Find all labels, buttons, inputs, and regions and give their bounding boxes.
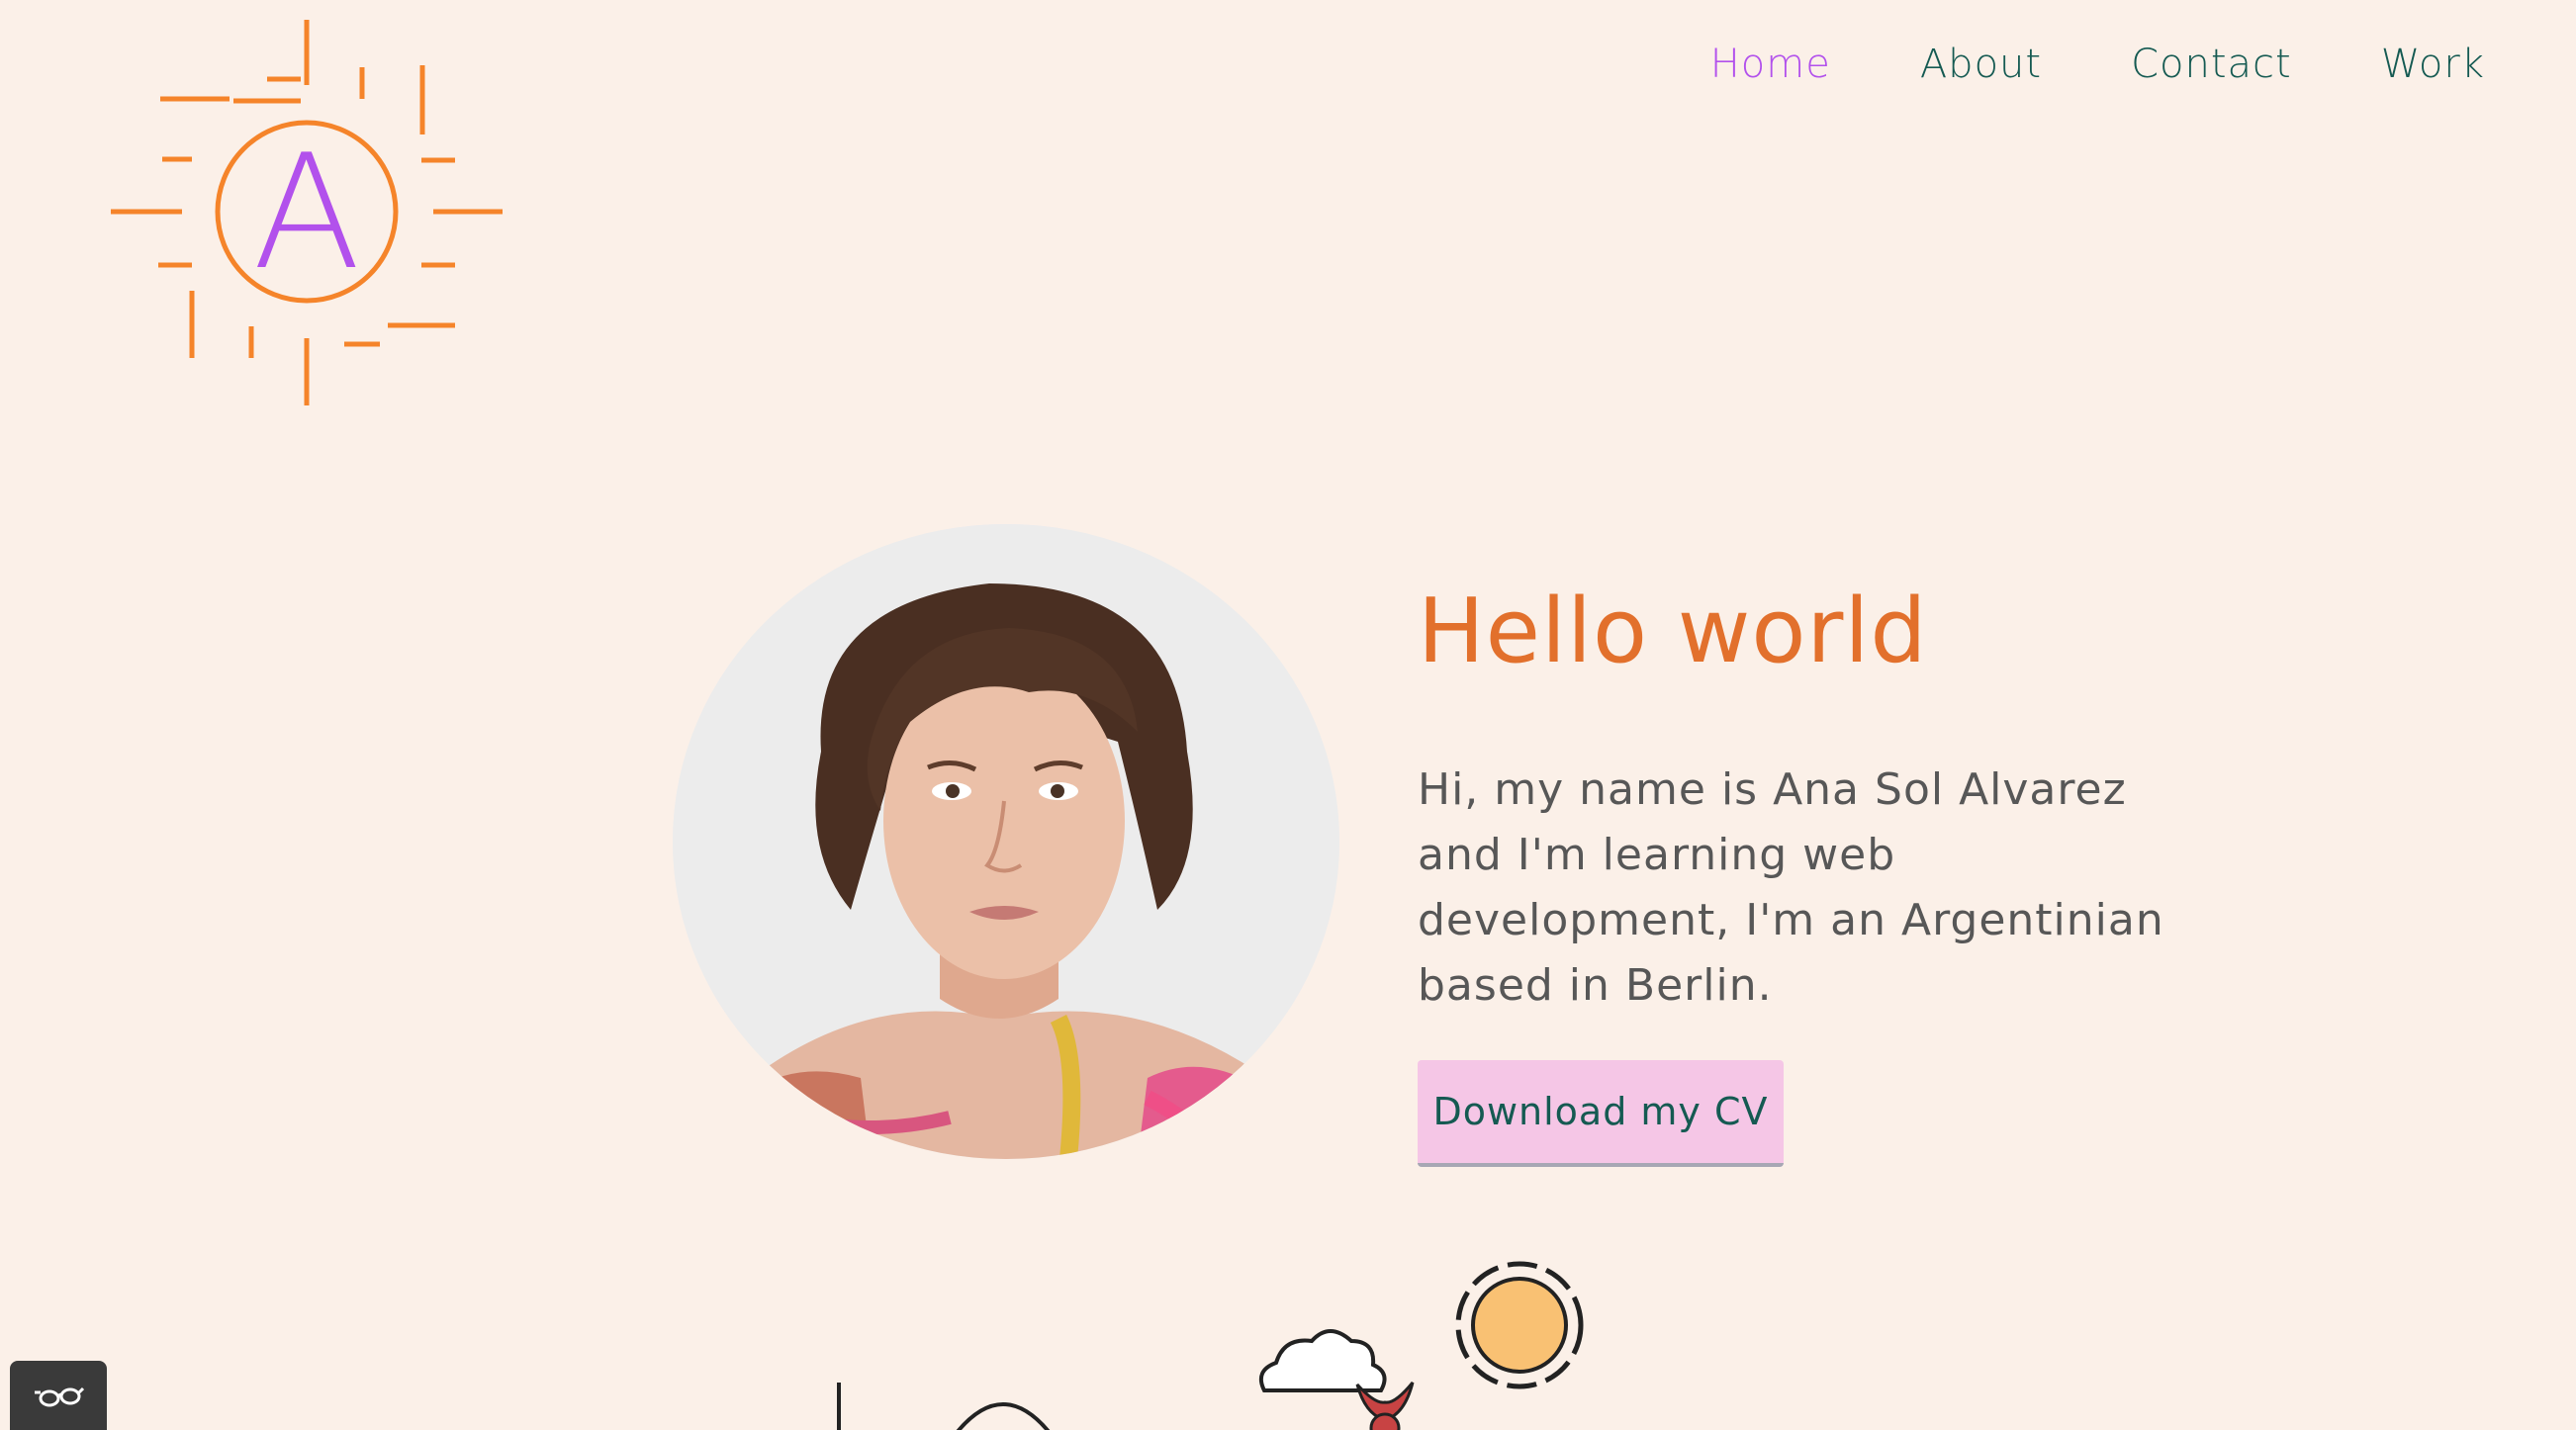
profile-photo [673,524,1339,1159]
page: A Home About Contact Work Hello world Hi… [0,0,2576,1430]
logo-link[interactable]: A [103,14,508,409]
glasses-icon [35,1386,84,1407]
nav-item-about[interactable]: About [1920,42,2042,87]
sun-icon [1455,1261,1584,1389]
hero-title: Hello world [1418,580,1928,683]
accessibility-toggle[interactable] [10,1361,107,1430]
cloud-icon [1259,1329,1387,1392]
download-cv-button[interactable]: Download my CV [1418,1060,1784,1167]
logo-letter: A [252,120,360,305]
sun-logo-icon: A [111,20,503,405]
nav-item-work[interactable]: Work [2381,42,2485,87]
nav-item-contact[interactable]: Contact [2131,42,2292,87]
main-nav: Home About Contact Work [1710,42,2485,87]
scene-illustration [752,1246,1642,1430]
hero-intro: Hi, my name is Ana Sol Alvarez and I'm l… [1418,764,2164,1011]
nav-item-home[interactable]: Home [1710,42,1831,87]
